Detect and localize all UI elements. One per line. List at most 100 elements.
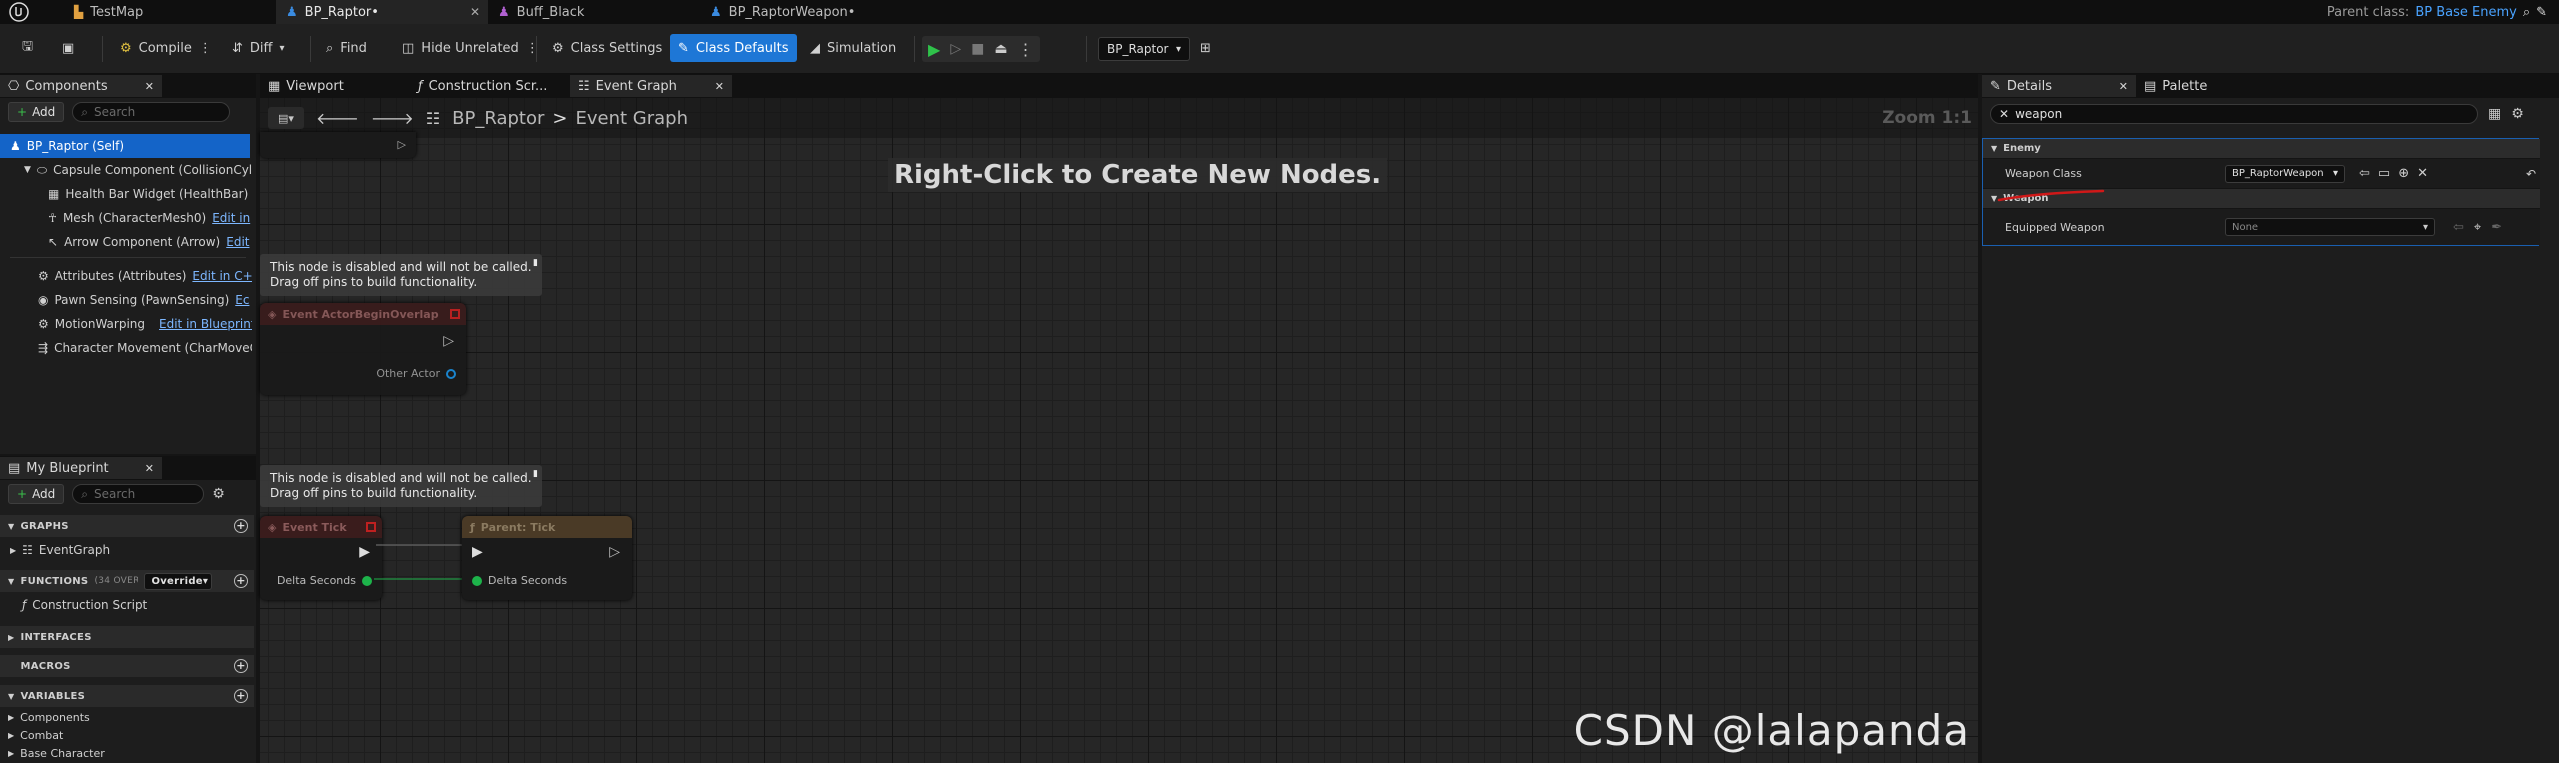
edit-link[interactable]: Edit: [226, 235, 249, 249]
use-selected-icon[interactable]: ⇦: [2453, 220, 2464, 235]
close-icon[interactable]: ✕: [145, 80, 154, 93]
override-dropdown[interactable]: Override ▾: [144, 572, 213, 590]
equipped-weapon-dropdown[interactable]: None ▾: [2225, 218, 2435, 236]
details-tab[interactable]: ✎ Details ✕: [1982, 75, 2136, 97]
grid-view-icon[interactable]: ▦: [2488, 106, 2501, 122]
unreal-logo-icon[interactable]: [6, 0, 32, 24]
component-icon: ⚙: [38, 317, 49, 331]
add-function-icon[interactable]: +: [234, 574, 248, 588]
hide-unrelated-button[interactable]: ◫ Hide Unrelated ⋮: [394, 33, 547, 63]
edit-link[interactable]: Edit in: [212, 211, 250, 225]
parent-class-link[interactable]: BP Base Enemy: [2415, 5, 2517, 20]
category-functions[interactable]: ▼ FUNCTIONS (34 OVERRIDABLE) Override ▾ …: [0, 570, 254, 592]
add-macro-icon[interactable]: +: [234, 659, 248, 673]
component-icon: ⚙: [38, 269, 49, 283]
collapse-arrow-icon: ▶: [8, 712, 15, 722]
expand-arrow-icon[interactable]: ▼: [24, 165, 31, 175]
tree-item-self[interactable]: ♟ BP_Raptor (Self): [0, 134, 250, 158]
function-item-construction-script[interactable]: ƒ Construction Script: [0, 593, 254, 617]
diff-button[interactable]: ⇵ Diff ▾: [224, 33, 293, 63]
tree-item-mesh[interactable]: ☥ Mesh (CharacterMesh0) Edit in: [0, 206, 252, 230]
category-variables[interactable]: ▼ VARIABLES +: [0, 685, 254, 707]
components-tab[interactable]: ⎔ Components ✕: [0, 75, 162, 97]
stop-icon[interactable]: ■: [971, 41, 984, 57]
pick-actor-icon[interactable]: ⌖: [2474, 220, 2481, 235]
tree-item-health-bar[interactable]: ▦ Health Bar Widget (HealthBar) E: [0, 182, 252, 206]
compile-button[interactable]: ⚙ Compile ⋮: [112, 33, 220, 63]
eyedropper-icon[interactable]: ✒: [2491, 220, 2502, 235]
tree-item-arrow[interactable]: ↖ Arrow Component (Arrow) Edit: [0, 230, 252, 254]
step-icon[interactable]: ▷: [950, 41, 961, 57]
category-macros[interactable]: ▶ MACROS +: [0, 655, 254, 677]
add-member-button[interactable]: + Add: [8, 484, 65, 504]
chevron-down-icon: ▾: [2422, 221, 2428, 233]
browse-icon[interactable]: ▭: [2378, 166, 2390, 181]
exec-in-pin-icon[interactable]: ▶: [472, 544, 483, 560]
variable-group-base-character[interactable]: ▶ Base Character: [0, 744, 254, 762]
class-settings-button[interactable]: ⚙ Class Settings: [544, 33, 670, 63]
find-button[interactable]: ⌕ Find: [318, 33, 375, 63]
class-defaults-button[interactable]: ✎ Class Defaults: [670, 34, 797, 62]
debug-filter-button[interactable]: ⊞: [1192, 33, 1219, 63]
variable-group-combat[interactable]: ▶ Combat: [0, 726, 254, 744]
doc-tab-bp-raptorweapon[interactable]: ♟ BP_RaptorWeapon•: [700, 0, 920, 24]
event-graph-canvas[interactable]: ▤▾ 🡐 🡒 ☷ BP_Raptor > Event Graph Zoom 1:…: [260, 98, 1978, 763]
debug-object-dropdown[interactable]: BP_Raptor ▾: [1098, 37, 1190, 61]
browse-button[interactable]: ▣: [54, 33, 82, 63]
eject-icon[interactable]: ⏏: [994, 41, 1007, 57]
variable-group-components[interactable]: ▶ Components: [0, 708, 254, 726]
settings-gear-icon[interactable]: ⚙: [2511, 106, 2524, 122]
simulation-button[interactable]: ◢ Simulation: [802, 33, 904, 63]
add-icon[interactable]: ⊕: [2398, 166, 2409, 181]
edit-link[interactable]: Edit in C++: [192, 269, 252, 283]
close-icon[interactable]: ✕: [145, 462, 154, 475]
close-icon[interactable]: ✕: [715, 80, 724, 93]
doc-tab-testmap[interactable]: ▙ TestMap: [64, 0, 234, 24]
pencil-icon[interactable]: ✎: [2536, 5, 2547, 20]
category-graphs[interactable]: ▼ GRAPHS +: [0, 515, 254, 537]
more-options-icon[interactable]: ⋮: [1018, 40, 1034, 59]
tree-item-character-movement[interactable]: ⇶ Character Movement (CharMoveComp): [0, 336, 252, 360]
collapse-arrow-icon: ▶: [8, 748, 15, 758]
widget-icon: ▦: [48, 187, 60, 201]
close-icon[interactable]: ✕: [470, 5, 480, 19]
float-pin-icon[interactable]: [472, 575, 482, 586]
details-search-input[interactable]: ✕ weapon: [1990, 104, 2478, 124]
close-icon[interactable]: ✕: [2119, 80, 2128, 93]
tree-item-motion-warping[interactable]: ⚙ MotionWarping Edit in Blueprint: [0, 312, 252, 336]
settings-gear-icon[interactable]: ⚙: [212, 486, 225, 502]
category-interfaces[interactable]: ▶ INTERFACES: [0, 626, 254, 648]
clear-search-icon[interactable]: ✕: [1999, 107, 2009, 121]
add-component-button[interactable]: + Add: [8, 102, 65, 122]
weapon-class-dropdown[interactable]: BP_RaptorWeapon ▾: [2225, 164, 2345, 183]
tab-construction-script[interactable]: ƒ Construction Scr...: [410, 75, 570, 97]
my-blueprint-tab[interactable]: ▤ My Blueprint ✕: [0, 457, 162, 479]
components-search-input[interactable]: ⌕ Search: [72, 102, 231, 122]
add-variable-icon[interactable]: +: [234, 689, 248, 703]
doc-tab-buff-black[interactable]: ♟ Buff_Black: [488, 0, 692, 24]
add-graph-icon[interactable]: +: [234, 519, 248, 533]
play-icon[interactable]: ▶: [928, 40, 940, 59]
doc-tab-bp-raptor[interactable]: ♟ BP_Raptor• ✕: [276, 0, 488, 24]
use-selected-icon[interactable]: ⇦: [2359, 166, 2370, 181]
graph-item-eventgraph[interactable]: ▶ ☷ EventGraph: [0, 538, 254, 562]
save-button[interactable]: 🖫: [14, 33, 41, 63]
my-blueprint-search-input[interactable]: ⌕ Search: [72, 484, 205, 504]
tree-item-capsule[interactable]: ▼ ⬭ Capsule Component (CollisionCylinder…: [0, 158, 252, 182]
palette-tab[interactable]: ▤ Palette: [2136, 75, 2256, 97]
edit-link[interactable]: Ec: [235, 293, 249, 307]
search-icon[interactable]: ⌕: [2523, 5, 2530, 20]
reset-to-default-icon[interactable]: ↶: [2526, 167, 2536, 181]
tab-viewport[interactable]: ▦ Viewport: [260, 75, 410, 97]
clear-icon[interactable]: ✕: [2417, 166, 2428, 181]
category-enemy[interactable]: ▼ Enemy: [1983, 139, 2540, 159]
tab-event-graph[interactable]: ☷ Event Graph ✕: [570, 75, 732, 97]
more-options-icon[interactable]: ⋮: [199, 41, 212, 56]
edit-link[interactable]: Edit in Blueprint: [159, 317, 252, 331]
node-parent-tick[interactable]: ƒ Parent: Tick ▶ ▷ Delta Seconds: [462, 516, 632, 600]
viewport-icon: ▦: [268, 78, 281, 94]
exec-out-pin-icon[interactable]: ▷: [609, 544, 620, 560]
tree-item-attributes[interactable]: ⚙ Attributes (Attributes) Edit in C++: [0, 264, 252, 288]
folder-icon: ▣: [62, 40, 75, 56]
tree-item-pawn-sensing[interactable]: ◉ Pawn Sensing (PawnSensing) Ec: [0, 288, 252, 312]
